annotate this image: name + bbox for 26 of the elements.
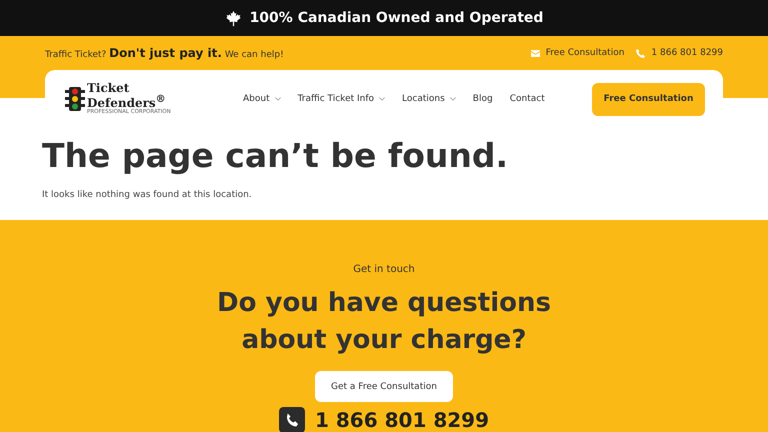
nav-link[interactable]: Contact <box>510 94 545 104</box>
chevron-down-icon <box>379 97 386 101</box>
error-message: It looks like nothing was found at this location. <box>42 190 253 200</box>
phone-icon <box>279 407 306 432</box>
free-consultation-button[interactable]: Free Consultation <box>592 82 705 116</box>
chevron-down-icon <box>450 97 456 101</box>
tagline: Traffic Ticket? Don't just pay it. We can help! <box>45 46 284 60</box>
traffic-light-icon <box>65 87 85 111</box>
error-title: The page can’t be found. <box>42 136 510 175</box>
phone-link[interactable]: 1 866 801 8299 <box>636 48 723 58</box>
chevron-down-icon <box>274 97 281 101</box>
nav-link[interactable]: Blog <box>472 94 493 104</box>
consultation-button[interactable]: Get a Free Consultation <box>315 371 453 402</box>
logo-wordmark: Ticket Defenders$^{®}$ <box>87 83 166 109</box>
nav-link[interactable]: Traffic Ticket Info <box>298 94 386 104</box>
phone-icon <box>636 48 646 58</box>
nav-link[interactable]: About <box>243 94 281 104</box>
mail-icon <box>530 48 540 58</box>
nav-link[interactable]: Locations <box>402 94 456 104</box>
maple-leaf-icon <box>224 10 242 26</box>
eyebrow-text: Get in touch <box>353 264 415 275</box>
cta-headline: about your charge? <box>242 324 526 357</box>
email-link[interactable]: Free Consultation <box>530 48 624 58</box>
announcement-text: 100% Canadian Owned and Operated <box>250 10 544 26</box>
cta-headline: Do you have questions <box>217 287 551 320</box>
phone-number[interactable]: 1 866 801 8299 <box>315 408 489 432</box>
